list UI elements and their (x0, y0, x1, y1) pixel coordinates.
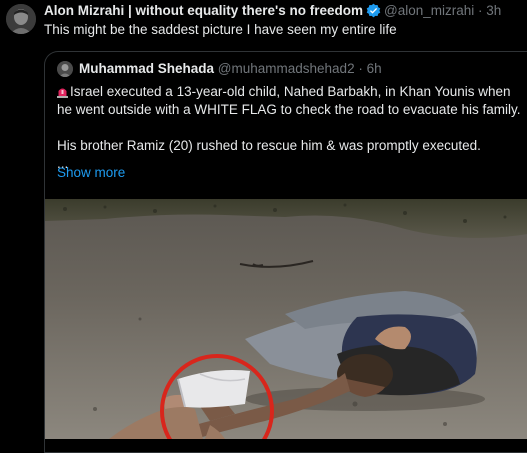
quoted-photo[interactable] (45, 199, 527, 439)
quoted-header: Muhammad Shehada @muhammadshehad2 · 6h (79, 61, 382, 77)
tweet-time[interactable]: · 3h (478, 3, 501, 18)
author-avatar[interactable] (6, 4, 36, 34)
quoted-text: Israel executed a 13-year-old child, Nah… (57, 83, 521, 173)
quoted-avatar[interactable] (57, 61, 73, 77)
tweet-text: This might be the saddest picture I have… (44, 22, 397, 37)
quoted-author-name[interactable]: Muhammad Shehada (79, 61, 214, 76)
show-more-link[interactable]: Show more (57, 165, 125, 180)
tweet-header: Alon Mizrahi | without equality there's … (44, 3, 501, 22)
photo-image (45, 199, 527, 439)
quoted-line: His brother Ramiz (20) rushed to rescue … (57, 138, 481, 153)
quoted-author-handle[interactable]: @muhammadshehad2 · 6h (218, 61, 382, 76)
author-name[interactable]: Alon Mizrahi | without equality there's … (44, 3, 363, 18)
quoted-line: ... (57, 156, 69, 171)
quoted-line: Israel executed a 13-year-old child, Nah… (57, 83, 519, 101)
verified-badge-icon (366, 3, 381, 22)
author-handle[interactable]: @alon_mizrahi (384, 3, 474, 18)
quoted-line: he went outside with a WHITE FLAG to che… (57, 102, 521, 117)
siren-icon (57, 85, 68, 98)
quoted-tweet[interactable]: Muhammad Shehada @muhammadshehad2 · 6h I… (44, 51, 527, 453)
tweet[interactable]: Alon Mizrahi | without equality there's … (0, 0, 527, 453)
quoted-line (57, 119, 519, 137)
